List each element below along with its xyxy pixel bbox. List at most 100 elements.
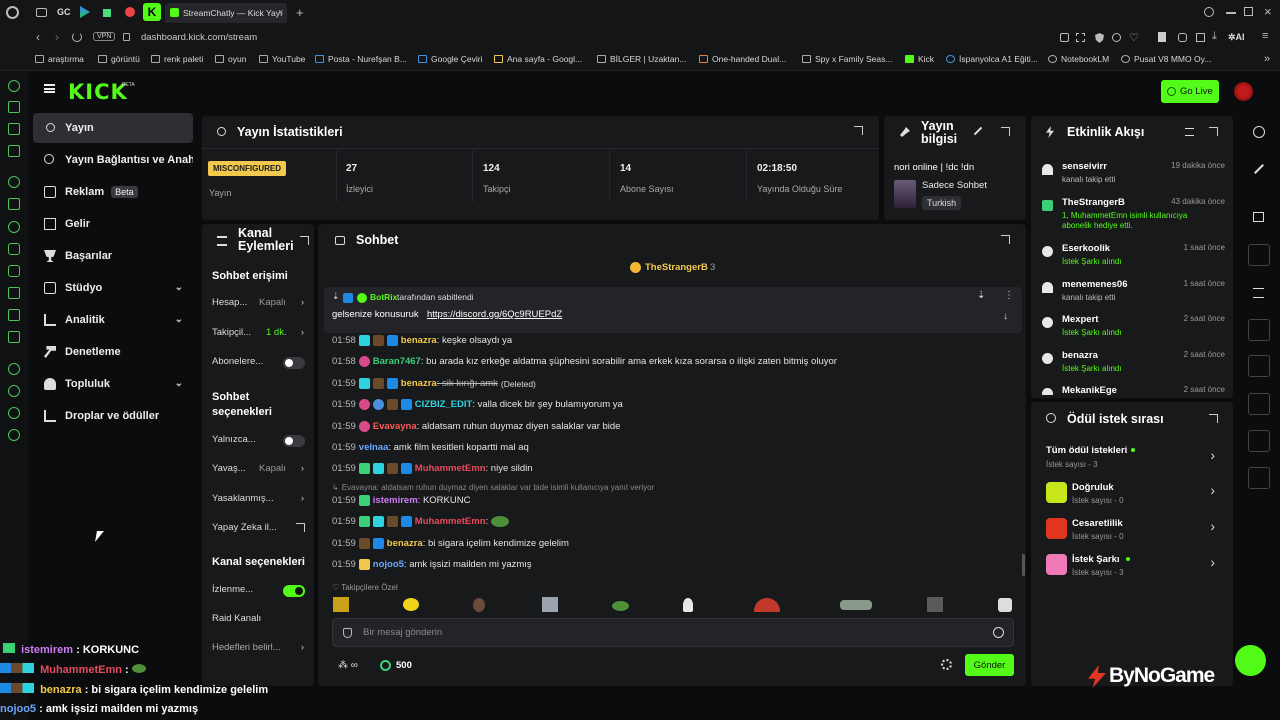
emote-2-icon[interactable] xyxy=(403,598,419,611)
extensions-side-icon[interactable] xyxy=(8,407,20,419)
send-button[interactable]: Gönder xyxy=(965,654,1014,676)
emote-9-icon[interactable] xyxy=(927,597,943,612)
reload-icon[interactable] xyxy=(72,32,82,42)
chat-message[interactable]: 01:59 CIZBIZ_EDIT : valla dicek bir şey … xyxy=(332,399,623,410)
x-icon[interactable] xyxy=(8,309,20,321)
reward-item-dogruluk[interactable]: Doğruluk İstek sayısı - 0 › xyxy=(1046,480,1221,508)
chat-message[interactable]: 01:59 velnaa : amk film kesitleri kopart… xyxy=(332,442,529,453)
back-icon[interactable]: ‹ xyxy=(36,30,40,44)
setting-account-age[interactable]: Hesap... Kapalı › xyxy=(212,297,308,308)
message-user[interactable]: MuhammetEmn xyxy=(415,463,486,474)
chat-input[interactable]: Bir mesaj gönderin xyxy=(332,618,1014,647)
camera-icon[interactable] xyxy=(1060,33,1069,42)
bookmark-item[interactable]: BİLGER | Uzaktan... xyxy=(597,54,686,64)
bookmark-item[interactable]: Google Çeviri xyxy=(418,54,483,64)
popout-icon[interactable] xyxy=(300,236,309,245)
bookmark-item[interactable]: oyun xyxy=(215,54,246,64)
bookmark-item[interactable]: İspanyolca A1 Eğiti... xyxy=(946,54,1038,64)
tab-close-icon[interactable]: × xyxy=(278,7,283,17)
chat-message[interactable]: 01:59 benazra : bi sigara içelim kendimi… xyxy=(332,538,569,549)
maximize-icon[interactable] xyxy=(1244,7,1253,16)
whatsapp-icon[interactable] xyxy=(8,221,20,233)
sidebar-item-droplar[interactable]: Droplar ve ödüller xyxy=(33,401,193,431)
emote-only-toggle[interactable] xyxy=(283,435,305,447)
sidebar-item-reklam[interactable]: Reklam Beta xyxy=(33,177,193,207)
snapshot-icon[interactable] xyxy=(1076,33,1085,42)
maps-icon[interactable] xyxy=(8,145,20,157)
popout-icon[interactable] xyxy=(1001,235,1010,244)
setting-raid-channel[interactable]: Raid Kanalı xyxy=(212,613,308,624)
bookmark-item[interactable]: Ana sayfa - Googl... xyxy=(494,54,582,64)
player-icon[interactable] xyxy=(8,363,20,375)
setting-ai-moderation[interactable]: Yapay Zeka il... xyxy=(212,522,308,533)
go-live-button[interactable]: Go Live xyxy=(1161,80,1219,103)
sidebar-item-yayin[interactable]: Yayın xyxy=(33,113,193,143)
list-icon[interactable] xyxy=(1253,288,1264,298)
message-user[interactable]: nojoo5 xyxy=(373,559,404,570)
chat-message[interactable]: 01:59 Evavayna : aldatsam ruhun duymaz d… xyxy=(332,421,620,432)
menu-icon[interactable]: ≡ xyxy=(1262,30,1268,42)
info-icon[interactable] xyxy=(1253,126,1265,138)
chat-message[interactable]: 01:59 benazra : sik kırığı amk (Deleted) xyxy=(332,378,536,389)
event-item[interactable]: TheStrangerB 43 dakika önce 1, MuhammetE… xyxy=(1040,197,1225,235)
history-icon[interactable] xyxy=(8,385,20,397)
event-item[interactable]: Eserkoolik 1 saat önce İstek Şarkı alınd… xyxy=(1040,243,1225,277)
search-icon[interactable] xyxy=(1204,7,1214,17)
message-user[interactable]: benazra xyxy=(401,378,437,389)
emote-5-icon[interactable] xyxy=(612,601,629,611)
download-icon[interactable]: ⤓ xyxy=(1212,30,1217,43)
forward-icon[interactable]: › xyxy=(55,30,59,44)
bookmark-item[interactable]: Kick xyxy=(905,54,934,64)
percent-icon[interactable] xyxy=(8,198,20,210)
instagram-icon[interactable] xyxy=(8,265,20,277)
active-tab[interactable]: StreamChatly — Kick Yayın xyxy=(165,3,287,23)
url-field[interactable]: dashboard.kick.com/stream xyxy=(141,32,257,43)
chat-message[interactable]: 01:58 Baran7467 : bu arada kız erkeğe al… xyxy=(332,356,837,367)
collapse-pin-icon[interactable]: ↓ xyxy=(1003,311,1008,322)
popout-icon[interactable] xyxy=(1209,414,1218,423)
rewards-icon[interactable]: ⁂ ∞ xyxy=(338,660,358,671)
message-user[interactable]: Baran7467 xyxy=(373,356,421,367)
event-item[interactable]: senseivirr 19 dakika önce kanalı takip e… xyxy=(1040,161,1225,195)
sidebar-item-stream-key[interactable]: Yayın Bağlantısı ve Anahtarı xyxy=(33,145,193,175)
event-item[interactable]: benazra 2 saat önce İstek Şarkı alındı xyxy=(1040,350,1225,384)
chat-message[interactable]: 01:59 nojoo5 : amk işsizi mailden mi yaz… xyxy=(332,559,532,570)
bookmark-item[interactable]: NotebookLM xyxy=(1048,54,1109,64)
bookmark-item[interactable]: renk paleti xyxy=(151,54,203,64)
more-options-icon[interactable]: ⋮ xyxy=(1004,290,1014,301)
chat-settings-icon[interactable] xyxy=(941,659,952,670)
popout-icon[interactable] xyxy=(854,126,863,135)
chat-message[interactable]: 01:58 benazra : keşke olsaydı ya xyxy=(332,335,512,346)
actions-tool-icon[interactable] xyxy=(1248,393,1270,415)
info-tool-icon[interactable] xyxy=(1248,430,1270,452)
bookmark-item[interactable]: Pusat V8 MMO Oy... xyxy=(1121,54,1211,64)
edit-icon[interactable] xyxy=(973,126,983,136)
reward-all[interactable]: Tüm ödül istekleri İstek sayısı - 3 › xyxy=(1046,445,1221,473)
ai-button[interactable]: ✲AI xyxy=(1228,32,1245,43)
extensions-icon[interactable] xyxy=(1178,33,1187,42)
chat-message[interactable]: 01:59 istemirem : KORKUNC xyxy=(332,495,470,506)
bluesky-icon[interactable] xyxy=(8,331,20,343)
sidebar-item-analitik[interactable]: Analitik ⌄ xyxy=(33,305,193,335)
popout-icon[interactable] xyxy=(1209,127,1218,136)
avatar[interactable] xyxy=(1234,82,1253,101)
chat-tool-icon[interactable] xyxy=(1248,319,1270,341)
vpn-badge[interactable]: VPN xyxy=(93,32,116,41)
setting-followers-only[interactable]: Takipçil... 1 dk. › xyxy=(212,327,308,338)
tab-red-icon[interactable] xyxy=(125,7,135,17)
message-user[interactable]: velnaa xyxy=(359,442,389,453)
new-tab-icon[interactable]: + xyxy=(296,5,304,20)
settings-icon[interactable] xyxy=(8,429,20,441)
sidebar-item-studyo[interactable]: Stüdyo ⌄ xyxy=(33,273,193,303)
tiktok-icon[interactable] xyxy=(8,287,20,299)
sidebar-item-denetleme[interactable]: Denetleme xyxy=(33,337,193,367)
emote-1-icon[interactable] xyxy=(333,597,349,612)
bookmark-item[interactable]: YouTube xyxy=(259,54,305,64)
tab-kick-icon[interactable]: K xyxy=(143,3,161,21)
filter-icon[interactable] xyxy=(1185,128,1194,136)
chatgpt-icon[interactable] xyxy=(8,176,20,188)
setting-slow-mode[interactable]: Yavaş... Kapalı › xyxy=(212,463,308,474)
pencil-icon[interactable] xyxy=(1254,164,1264,174)
message-user[interactable]: istemirem xyxy=(373,495,418,506)
event-item[interactable]: menemenes06 1 saat önce kanalı takip ett… xyxy=(1040,279,1225,313)
